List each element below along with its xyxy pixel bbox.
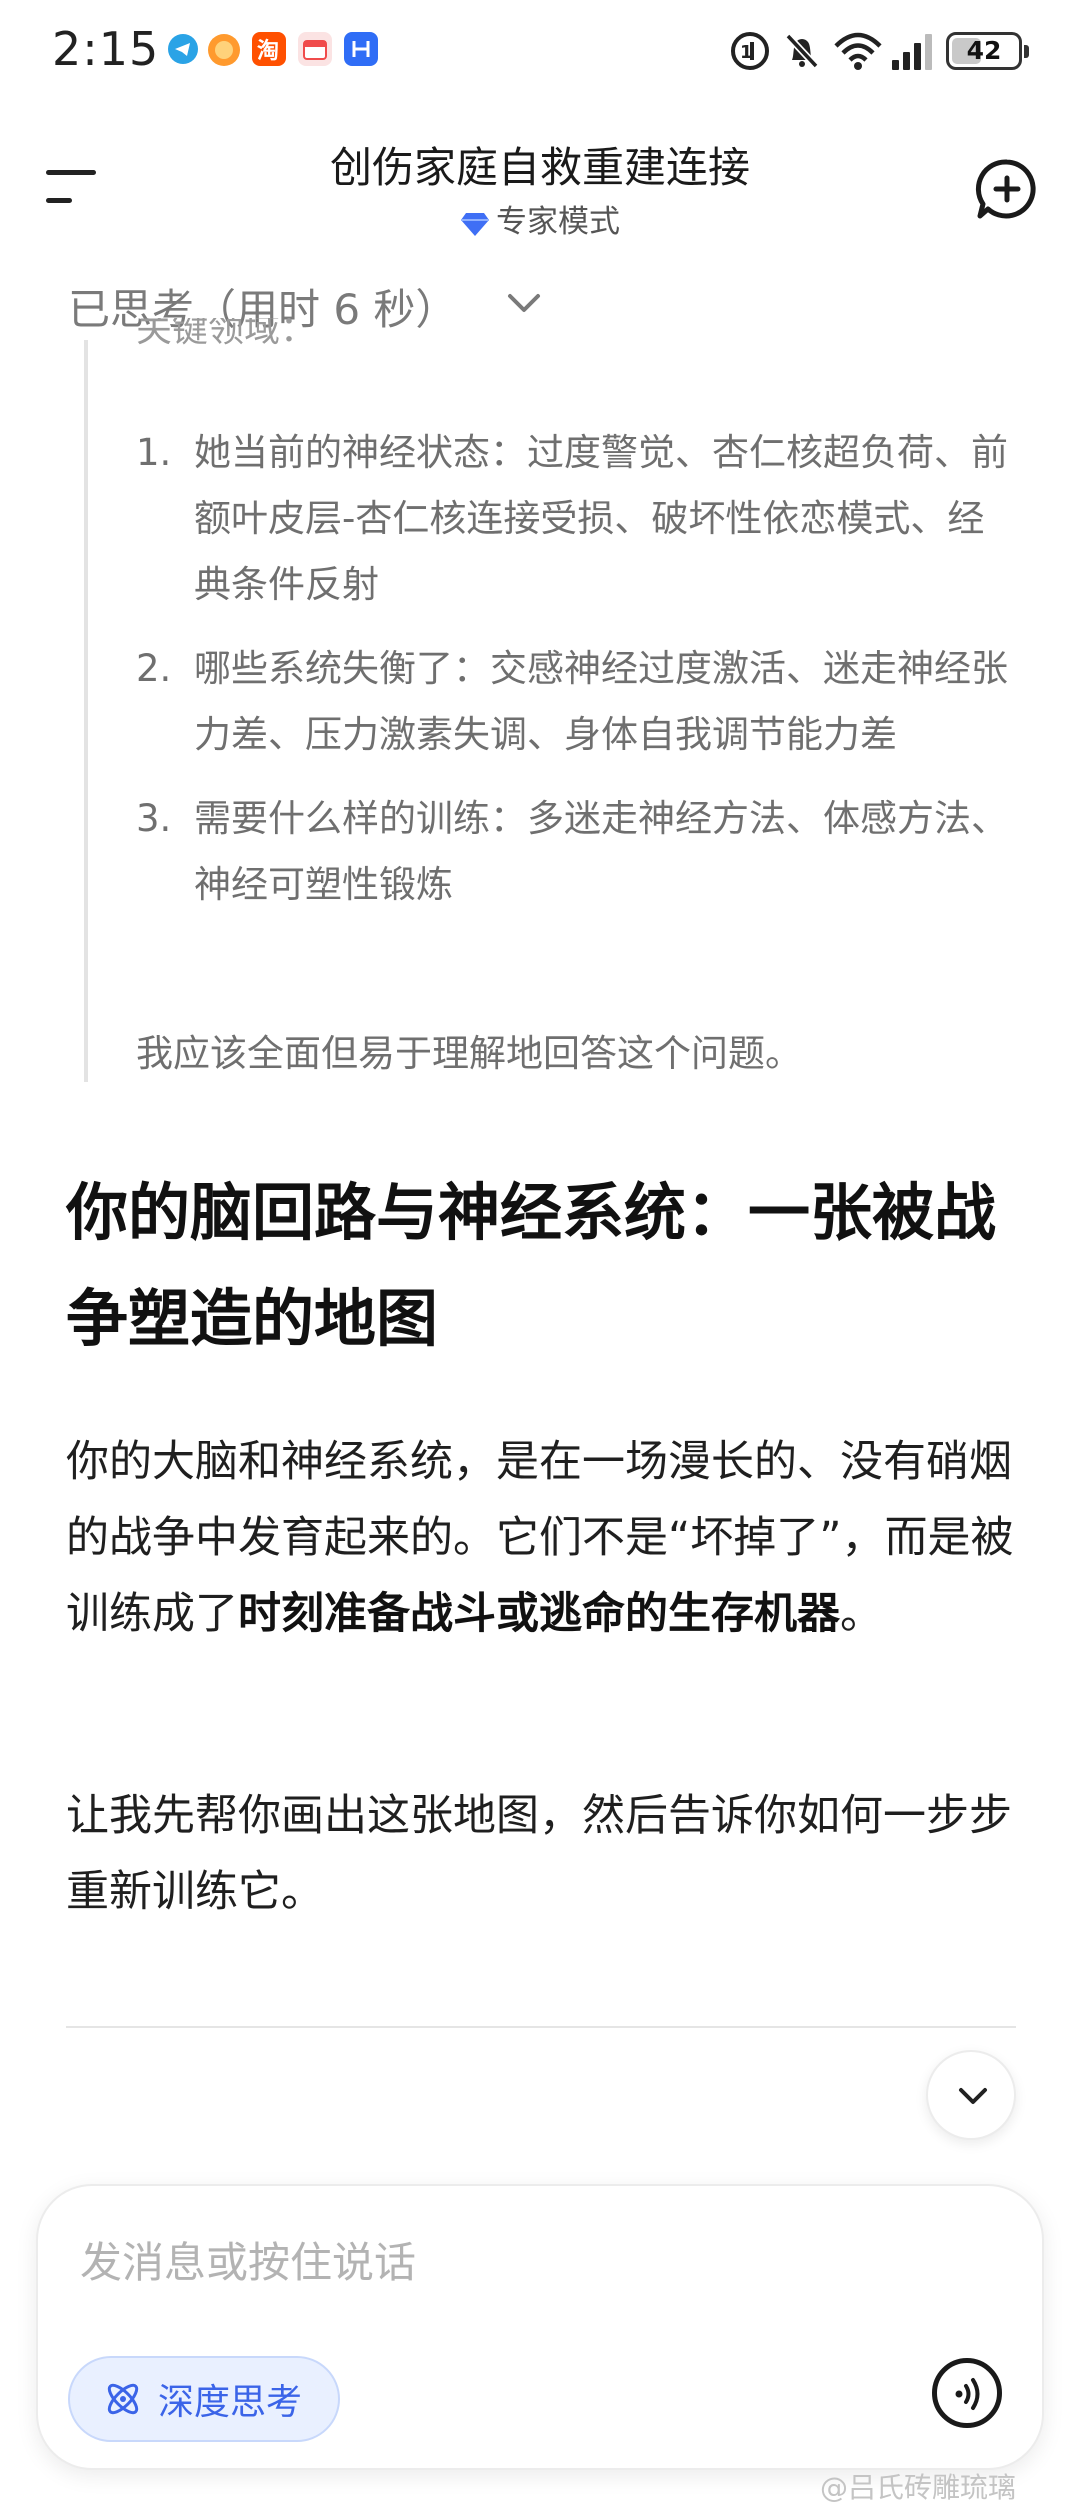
scroll-to-bottom-button[interactable] <box>926 2050 1016 2140</box>
wifi-icon <box>834 32 882 70</box>
deep-think-label: 深度思考 <box>158 2382 303 2423</box>
mute-bell-icon <box>785 33 819 69</box>
thinking-cut-line: 关键领域： <box>136 318 317 350</box>
voice-wave-icon <box>955 2378 980 2410</box>
chevron-down-icon[interactable] <box>504 290 544 316</box>
deep-think-button[interactable]: 深度思考 <box>68 2356 341 2442</box>
svg-text:淘: 淘 <box>257 38 279 64</box>
mode-label: 专家模式 <box>496 204 620 240</box>
diamond-icon <box>461 212 489 236</box>
calendar-app-icon <box>298 32 332 66</box>
hd-call-icon: 1 <box>731 32 769 70</box>
list-item: 2. 哪些系统失衡了：交感神经过度激活、迷走神经张力差、压力激素失调、身体自我调… <box>136 647 1008 756</box>
telegram-app-icon <box>166 32 200 66</box>
list-item: 1. 她当前的神经状态：过度警觉、杏仁核超负荷、前额叶皮层-杏仁核连接受损、破坏… <box>136 431 1008 606</box>
orange-app-icon <box>206 32 240 66</box>
signal-icon <box>892 34 932 70</box>
status-time: 2:15 <box>52 22 160 76</box>
chat-header: 创伤家庭自救重建连接 专家模式 <box>0 120 1080 260</box>
thinking-conclusion: 我应该全面但易于理解地回答这个问题。 <box>136 1032 802 1075</box>
taobao-app-icon: 淘 <box>252 32 286 66</box>
watermark: @吕氏砖雕琉璃 <box>820 2471 1017 2504</box>
thinking-content: 关键领域： 1. 她当前的神经状态：过度警觉、杏仁核超负荷、前额叶皮层-杏仁核连… <box>84 318 1024 1082</box>
content-divider <box>66 2026 1016 2028</box>
answer-paragraph-2: 让我先帮你画出这张地图，然后告诉你如何一步步重新训练它。 <box>66 1791 1012 1917</box>
new-chat-icon[interactable] <box>974 156 1040 222</box>
message-composer: 深度思考 <box>36 2184 1044 2470</box>
answer-paragraph-1: 你的大脑和神经系统，是在一场漫长的、没有硝烟的战争中发育起来的。它们不是“坏掉了… <box>66 1437 1014 1639</box>
thinking-list: 1. 她当前的神经状态：过度警觉、杏仁核超负荷、前额叶皮层-杏仁核连接受损、破坏… <box>136 420 1016 936</box>
blue-app-icon <box>344 32 378 66</box>
chevron-down-icon <box>959 2088 987 2104</box>
atom-icon <box>107 2383 139 2415</box>
battery-level: 42 <box>966 36 1002 65</box>
list-item: 3. 需要什么样的训练：多迷走神经方法、体感方法、神经可塑性锻炼 <box>136 797 1008 906</box>
answer-emphasis: 时刻准备战斗或逃命的生存机器 <box>238 1589 840 1639</box>
status-bar: 2:15 淘 1 42 <box>0 0 1080 104</box>
conversation-title[interactable]: 创伤家庭自救重建连接 <box>0 134 1080 195</box>
answer-heading: 你的脑回路与神经系统：一张被战争塑造的地图 <box>66 1176 997 1355</box>
mode-indicator[interactable]: 专家模式 <box>0 196 1080 241</box>
battery-indicator: 42 <box>946 32 1029 70</box>
voice-input-button[interactable] <box>932 2358 1002 2428</box>
message-input[interactable] <box>80 2230 960 2294</box>
